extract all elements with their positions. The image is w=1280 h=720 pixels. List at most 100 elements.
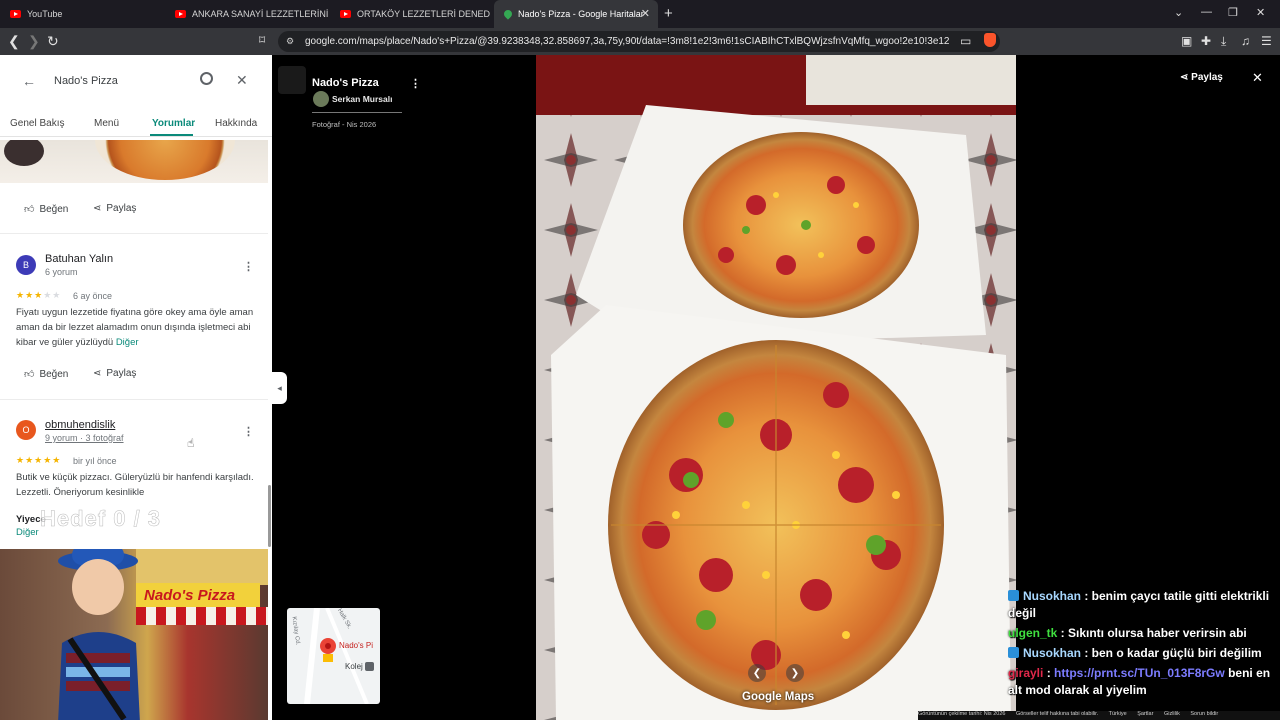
more-link[interactable]: Diğer <box>116 337 139 348</box>
building-facade <box>136 549 268 585</box>
site-info-icon[interactable]: ⚙ <box>286 36 294 47</box>
media-icon[interactable]: ♫ <box>1241 34 1250 48</box>
more-options-icon[interactable]: ⋮ <box>243 425 254 438</box>
back-button[interactable]: ❮ <box>8 33 20 50</box>
like-button[interactable]: 👍︎ Beğen <box>24 203 69 216</box>
tab-reviews[interactable]: Yorumlar <box>152 118 195 129</box>
back-arrow-icon[interactable]: ← <box>22 73 36 89</box>
collapse-panel-button[interactable]: ◂ <box>272 372 287 404</box>
share-icon: ⋖ <box>93 368 102 379</box>
extensions-icon[interactable]: ✚ <box>1201 34 1211 48</box>
search-icon[interactable] <box>200 72 213 85</box>
tab-divider <box>0 136 272 137</box>
close-tab-icon[interactable]: ✕ <box>641 7 650 20</box>
close-window-button[interactable]: ✕ <box>1256 6 1265 19</box>
pizza-photo <box>95 140 235 180</box>
close-viewer-icon[interactable]: ✕ <box>1252 70 1263 86</box>
share-button[interactable]: ⋖ Paylaş <box>93 203 136 214</box>
star-rating: ★★★★★ <box>16 290 61 301</box>
photo-author[interactable]: Serkan Mursalı <box>332 94 392 104</box>
tab-list-chevron-icon[interactable]: ⌄ <box>1174 6 1183 19</box>
like-button[interactable]: 👍︎ Beğen <box>24 368 68 381</box>
search-input[interactable]: Nado's Pizza <box>54 75 118 87</box>
chat-username: ulgen_tk <box>1008 626 1058 640</box>
review-photo[interactable] <box>0 140 268 183</box>
title-underline <box>312 112 402 113</box>
chat-message: ulgen_tk : Sıkıntı olursa haber verirsin… <box>1008 625 1280 642</box>
thumbs-up-icon: 👍︎ <box>24 369 35 380</box>
tab-fade <box>0 116 12 132</box>
review-text: Fiyatı uygun lezzetide fiyatına göre oke… <box>16 305 256 350</box>
avatar-initial: O <box>22 425 30 435</box>
menu-icon[interactable]: ☰ <box>1261 34 1272 48</box>
footer-privacy-link[interactable]: Gizlilik <box>1164 711 1180 717</box>
tab-about[interactable]: Hakkında <box>215 118 257 129</box>
downloads-icon[interactable]: ⤓ <box>1221 34 1226 49</box>
more-link[interactable]: Diğer <box>16 527 39 538</box>
url-text[interactable]: google.com/maps/place/Nado's+Pizza/@39.9… <box>305 36 950 47</box>
youtube-icon <box>340 10 351 18</box>
forward-button[interactable]: ❯ <box>28 33 40 50</box>
new-tab-button[interactable]: + <box>664 5 673 22</box>
share-button[interactable]: ⋖ Paylaş <box>93 368 136 379</box>
tab-menu[interactable]: Menü <box>94 118 119 129</box>
reviewer-name[interactable]: Batuhan Yalın <box>45 253 113 265</box>
viewer-footer: Görüntünün çekilme tarihi: Nis 2026 Görs… <box>918 711 1280 720</box>
shop-awning <box>136 607 268 625</box>
footer-region[interactable]: Türkiye <box>1109 711 1127 717</box>
reviewer-meta: 6 yorum <box>45 267 78 277</box>
chat-link: https://prnt.sc/TUn_013F8rGw <box>1054 666 1225 680</box>
stars-filled: ★★★ <box>16 290 44 300</box>
mouse-cursor-icon: ☝︎ <box>187 436 195 450</box>
photo-object <box>4 140 44 166</box>
previous-photo-button[interactable]: ❮ <box>748 664 766 682</box>
brave-shield-icon[interactable] <box>984 33 996 47</box>
footer-report-link[interactable]: Sorun bildir <box>1190 711 1218 717</box>
footer-terms-link[interactable]: Şartlar <box>1137 711 1153 717</box>
more-options-icon[interactable]: ⋮ <box>410 77 421 90</box>
divider <box>0 233 268 234</box>
bookmark-icon[interactable]: ⌑ <box>259 33 265 47</box>
photo-place-title[interactable]: Nado's Pizza <box>312 77 379 89</box>
reviewer-name[interactable]: obmuhendislik <box>45 419 115 431</box>
tab-nados-pizza[interactable]: Nado's Pizza - Google Haritalar ✕ <box>494 0 658 28</box>
pizza-photo-graphic <box>536 55 1016 720</box>
viewer-back-control[interactable] <box>278 66 306 94</box>
share-button[interactable]: ⋖ Paylaş <box>1180 72 1223 83</box>
stars-filled: ★★★★★ <box>16 455 62 465</box>
avatar[interactable]: B <box>16 255 36 275</box>
mini-map-poi: Kolej <box>345 662 363 671</box>
tab-ortakoy[interactable]: ORTAKÖY LEZZETLERİ DENEDİK!? - Yo <box>330 0 490 28</box>
streamer-webcam: Nado's Pizza <box>0 549 268 720</box>
pizza-photo[interactable] <box>536 55 1016 720</box>
chat-username: Nusokhan <box>1023 646 1082 660</box>
chat-text: : Sıkıntı olursa haber verirsin abi <box>1057 626 1247 640</box>
youtube-icon <box>10 10 21 18</box>
mini-map[interactable]: Nado's Pi Kolej Halk Sk. Kızılay Cd. <box>287 608 380 704</box>
minimize-button[interactable]: — <box>1201 6 1212 18</box>
review-time: 6 ay önce <box>73 291 113 301</box>
wallet-icon[interactable]: ▣ <box>1181 34 1192 48</box>
mini-map-graphic <box>304 608 374 704</box>
stream-goal-watermark: Hedef 0 / 3 <box>40 506 162 532</box>
tab-title: YouTube <box>27 9 63 19</box>
tab-ankara[interactable]: ANKARA SANAYİ LEZZETLERİNİ GÖ <box>165 0 328 28</box>
next-photo-button[interactable]: ❯ <box>786 664 804 682</box>
review-text: Butik ve küçük pizzacı. Güleryüzlü bir h… <box>16 472 254 498</box>
maximize-button[interactable]: ❐ <box>1228 6 1238 19</box>
thumbs-up-icon: 👍︎ <box>24 204 35 215</box>
divider <box>0 399 268 400</box>
author-avatar[interactable] <box>313 91 329 107</box>
star-rating: ★★★★★ <box>16 455 61 466</box>
tab-youtube[interactable]: YouTube <box>0 0 165 28</box>
tab-overview[interactable]: Genel Bakış <box>10 118 64 129</box>
panel-scrollbar[interactable] <box>268 485 271 547</box>
footer-copyright: Görseller telif hakkına tabi olabilir. <box>1015 711 1099 717</box>
tab-title: Nado's Pizza - Google Haritalar <box>518 9 644 19</box>
avatar[interactable]: O <box>16 420 36 440</box>
like-label: Beğen <box>39 203 69 215</box>
reload-button[interactable]: ↻ <box>47 33 59 50</box>
cast-icon[interactable]: ▭ <box>960 34 971 48</box>
more-options-icon[interactable]: ⋮ <box>243 260 254 273</box>
close-icon[interactable]: ✕ <box>236 72 248 89</box>
